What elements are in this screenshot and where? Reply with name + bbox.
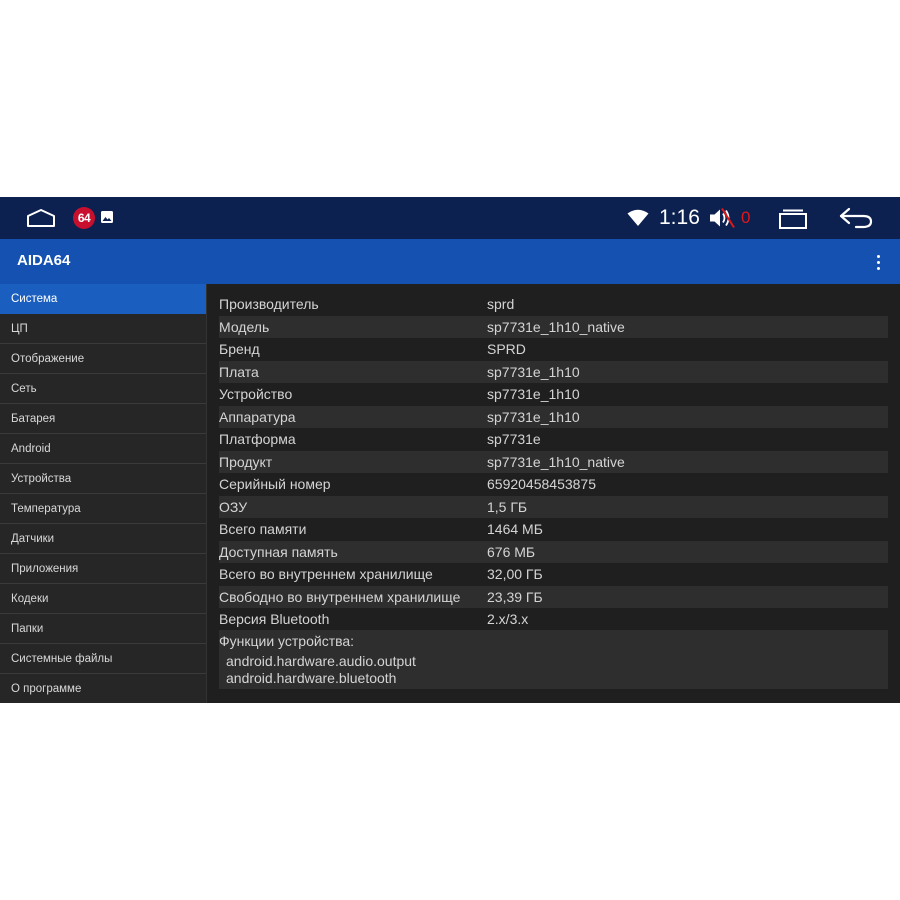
row-value: 2.x/3.x [487,611,529,627]
table-row: ОЗУ 1,5 ГБ [219,496,888,518]
row-value: SPRD [487,341,526,357]
table-row: Продукт sp7731e_1h10_native [219,451,888,473]
row-key: Модель [219,319,270,335]
row-key: Плата [219,364,259,380]
sidebar-item-system-files[interactable]: Системные файлы [0,644,206,674]
table-row: Устройство sp7731e_1h10 [219,383,888,405]
more-vert-icon[interactable] [868,251,888,273]
table-row: Серийный номер 65920458453875 [219,473,888,495]
sidebar-item-battery[interactable]: Батарея [0,404,206,434]
sidebar-item-network[interactable]: Сеть [0,374,206,404]
recents-icon[interactable] [775,208,811,230]
table-row: Производитель sprd [219,293,888,315]
sidebar-item-apps[interactable]: Приложения [0,554,206,584]
sidebar-item-devices[interactable]: Устройства [0,464,206,494]
row-key: Продукт [219,454,273,470]
volume-muted-icon [708,207,736,229]
table-row: Платформа sp7731e [219,428,888,450]
row-value: sp7731e_1h10 [487,364,580,380]
row-key: Всего во внутреннем хранилище [219,566,433,582]
device-screen: 64 1:16 0 AIDA64 Система ЦП Отображение … [0,197,900,703]
clock: 1:16 [659,206,700,229]
sidebar-item-sensors[interactable]: Датчики [0,524,206,554]
row-value: 32,00 ГБ [487,566,543,582]
table-row: Плата sp7731e_1h10 [219,361,888,383]
sidebar-item-codecs[interactable]: Кодеки [0,584,206,614]
table-row: Свободно во внутреннем хранилище 23,39 ГБ [219,586,888,608]
sidebar-item-about[interactable]: О программе [0,674,206,703]
row-value: 65920458453875 [487,476,597,492]
wifi-icon [627,209,649,227]
app-bar: AIDA64 [0,239,900,284]
row-key: Всего памяти [219,521,307,537]
row-value: sprd [487,296,515,312]
table-row: Всего во внутреннем хранилище 32,00 ГБ [219,563,888,585]
gallery-icon [100,210,114,224]
device-features-block: Функции устройства: android.hardware.aud… [219,630,888,689]
home-icon[interactable] [26,208,56,228]
row-key: Версия Bluetooth [219,611,330,627]
back-icon[interactable] [838,206,874,230]
table-row: Доступная память 676 МБ [219,541,888,563]
sidebar-item-display[interactable]: Отображение [0,344,206,374]
sidebar-item-system[interactable]: Система [0,284,206,314]
table-row: Версия Bluetooth 2.x/3.x [219,608,888,630]
aida64-notification-icon: 64 [73,207,95,229]
row-key: Серийный номер [219,476,331,492]
row-key: Производитель [219,296,319,312]
features-title: Функции устройства: [219,633,355,649]
row-key: Устройство [219,386,293,402]
row-value: sp7731e_1h10 [487,386,580,402]
sidebar: Система ЦП Отображение Сеть Батарея Andr… [0,284,207,703]
sidebar-item-temperature[interactable]: Температура [0,494,206,524]
sidebar-item-folders[interactable]: Папки [0,614,206,644]
app-title: AIDA64 [17,252,71,269]
feature-item: android.hardware.bluetooth [226,670,397,686]
row-key: Платформа [219,431,296,447]
table-row: Модель sp7731e_1h10_native [219,316,888,338]
row-value: 1,5 ГБ [487,499,528,515]
row-value: sp7731e_1h10_native [487,319,625,335]
row-key: Свободно во внутреннем хранилище [219,589,461,605]
row-key: Аппаратура [219,409,296,425]
volume-level: 0 [741,208,751,227]
row-key: Доступная память [219,544,338,560]
row-value: 1464 МБ [487,521,543,537]
table-row: Аппаратура sp7731e_1h10 [219,406,888,428]
row-key: ОЗУ [219,499,248,515]
status-bar: 64 1:16 0 [0,197,900,239]
system-info-panel: Производитель sprd Модель sp7731e_1h10_nat… [208,284,900,703]
feature-item: android.hardware.audio.output [226,653,416,669]
row-value: 23,39 ГБ [487,589,543,605]
row-value: sp7731e_1h10 [487,409,580,425]
sidebar-item-cpu[interactable]: ЦП [0,314,206,344]
table-row: Бренд SPRD [219,338,888,360]
row-value: sp7731e [487,431,541,447]
row-key: Бренд [219,341,260,357]
row-value: 676 МБ [487,544,536,560]
table-row: Всего памяти 1464 МБ [219,518,888,540]
sidebar-item-android[interactable]: Android [0,434,206,464]
row-value: sp7731e_1h10_native [487,454,625,470]
